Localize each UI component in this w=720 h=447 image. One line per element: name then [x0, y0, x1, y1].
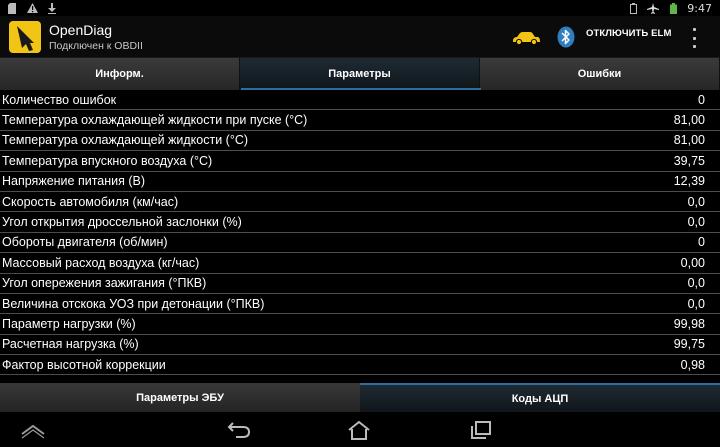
- list-item[interactable]: Параметр нагрузки (%) 99,98: [0, 314, 720, 335]
- param-name: Температура впускного воздуха (°C): [2, 153, 213, 168]
- param-name: Температура охлаждающей жидкости при пус…: [2, 113, 308, 128]
- overflow-menu-icon[interactable]: [690, 28, 698, 48]
- main-tabs: Информ. Параметры Ошибки: [0, 58, 720, 90]
- param-name: Количество ошибок: [2, 92, 117, 107]
- bluetooth-icon[interactable]: [557, 26, 575, 48]
- param-value: 0,00: [680, 255, 705, 270]
- param-name: Скорость автомобиля (км/час): [2, 194, 179, 209]
- tab-errors[interactable]: Ошибки: [480, 58, 720, 90]
- list-item[interactable]: Угол открытия дроссельной заслонки (%) 0,…: [0, 212, 720, 233]
- car-icon[interactable]: [511, 30, 541, 46]
- list-item[interactable]: Температура впускного воздуха (°C) 39,75: [0, 151, 720, 172]
- param-name: Фактор высотной коррекции: [2, 357, 166, 372]
- tab-adc-codes[interactable]: Коды АЦП: [360, 383, 720, 412]
- list-item[interactable]: Массовый расход воздуха (кг/час) 0,00: [0, 253, 720, 274]
- app-logo-icon[interactable]: [8, 20, 42, 54]
- bottom-tabs: Параметры ЭБУ Коды АЦП: [0, 383, 720, 412]
- warning-icon: [26, 2, 38, 14]
- status-right: 9:47: [627, 2, 712, 15]
- tab-info[interactable]: Информ.: [0, 58, 240, 90]
- list-item[interactable]: Величина отскока УОЗ при детонации (°ПКВ…: [0, 294, 720, 315]
- recent-apps-icon[interactable]: [468, 420, 494, 440]
- home-icon[interactable]: [346, 420, 372, 440]
- param-name: Угол опережения зажигания (°ПКВ): [2, 276, 207, 291]
- system-navigation-bar: [0, 412, 720, 447]
- param-value: 81,00: [673, 133, 705, 148]
- param-name: Массовый расход воздуха (кг/час): [2, 255, 200, 270]
- list-item[interactable]: Температура охлаждающей жидкости при пус…: [0, 110, 720, 131]
- list-item[interactable]: Напряжение питания (В) 12,39: [0, 172, 720, 192]
- list-item[interactable]: Скорость автомобиля (км/час) 0,0: [0, 192, 720, 213]
- param-value: 0,0: [687, 194, 705, 209]
- param-name: Напряжение питания (В): [2, 174, 146, 189]
- param-value: 12,39: [673, 174, 705, 189]
- app-title: OpenDiag: [49, 22, 113, 38]
- action-bar: OpenDiag Подключен к OBDII ОТКЛЮЧИТЬ ELM: [0, 16, 720, 58]
- param-value: 0,98: [680, 357, 705, 372]
- status-bar: 9:47: [0, 0, 720, 16]
- list-item[interactable]: Фактор высотной коррекции 0,98: [0, 355, 720, 376]
- list-item[interactable]: Обороты двигателя (об/мин) 0: [0, 233, 720, 254]
- param-value: 99,98: [673, 316, 705, 331]
- param-value: 99,75: [673, 337, 705, 352]
- airplane-mode-icon: [647, 3, 660, 15]
- disconnect-elm-button[interactable]: ОТКЛЮЧИТЬ ELM: [586, 28, 671, 46]
- tab-ecu-parameters[interactable]: Параметры ЭБУ: [0, 383, 360, 412]
- list-item[interactable]: Угол опережения зажигания (°ПКВ) 0,0: [0, 274, 720, 294]
- param-value: 0,0: [687, 296, 705, 311]
- download-icon: [46, 2, 58, 14]
- parameter-list[interactable]: Количество ошибок 0 Температура охлаждающ…: [0, 90, 720, 382]
- tab-parameters[interactable]: Параметры: [240, 58, 480, 90]
- connection-status: Подключен к OBDII: [49, 40, 143, 52]
- back-icon[interactable]: [226, 420, 252, 440]
- status-time: 9:47: [687, 2, 712, 15]
- list-item[interactable]: Температура охлаждающей жидкости (°C) 81,…: [0, 131, 720, 152]
- param-value: 39,75: [673, 153, 705, 168]
- sd-card-icon: [6, 2, 18, 14]
- param-name: Угол открытия дроссельной заслонки (%): [2, 215, 242, 230]
- param-value: 0: [698, 235, 705, 250]
- collapse-chevron-icon[interactable]: [20, 420, 46, 440]
- param-value: 0,0: [687, 215, 705, 230]
- param-name: Температура охлаждающей жидкости (°C): [2, 133, 249, 148]
- status-left: [6, 2, 58, 14]
- param-value: 81,00: [673, 113, 705, 128]
- battery-saver-icon: [627, 3, 639, 15]
- param-name: Величина отскока УОЗ при детонации (°ПКВ…: [2, 296, 265, 311]
- param-name: Параметр нагрузки (%): [2, 316, 136, 331]
- battery-icon: [667, 3, 679, 15]
- param-value: 0: [698, 92, 705, 107]
- param-value: 0,0: [687, 276, 705, 291]
- list-item[interactable]: Расчетная нагрузка (%) 99,75: [0, 335, 720, 356]
- param-name: Расчетная нагрузка (%): [2, 337, 139, 352]
- list-item[interactable]: Количество ошибок 0: [0, 90, 720, 111]
- param-name: Обороты двигателя (об/мин): [2, 235, 168, 250]
- list-item-partial[interactable]: [0, 375, 720, 382]
